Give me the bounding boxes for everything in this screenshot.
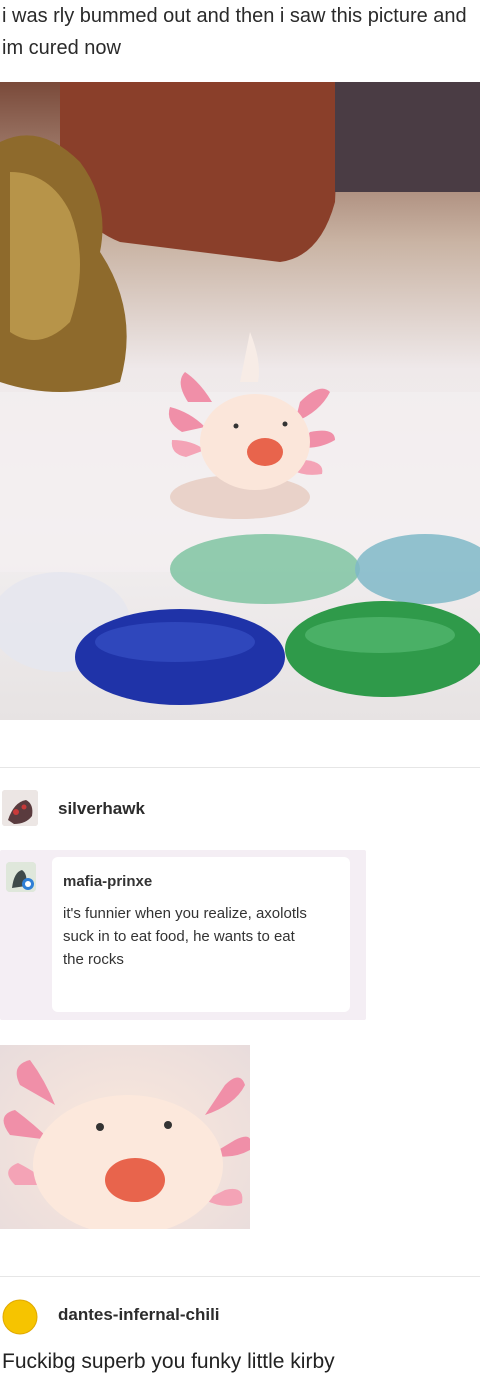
divider	[0, 1276, 480, 1277]
avatar[interactable]	[6, 862, 36, 892]
username[interactable]: dantes-infernal-chili	[58, 1305, 220, 1325]
divider	[0, 767, 480, 768]
username[interactable]: mafia-prinxe	[63, 873, 152, 890]
reblog-text: Fuckibg superb you funky little kirby	[2, 1350, 335, 1373]
glass-rock-light-green	[170, 534, 360, 604]
username[interactable]: silverhawk	[58, 799, 145, 819]
avatar[interactable]	[2, 1299, 38, 1335]
axolotl-closeup-photo	[0, 1045, 250, 1229]
axolotl-photo	[0, 82, 480, 720]
avatar[interactable]	[2, 790, 38, 826]
post-caption: i was rly bummed out and then i saw this…	[2, 5, 467, 59]
reblog-text: it's funnier when you realize, axolotls …	[63, 905, 307, 968]
